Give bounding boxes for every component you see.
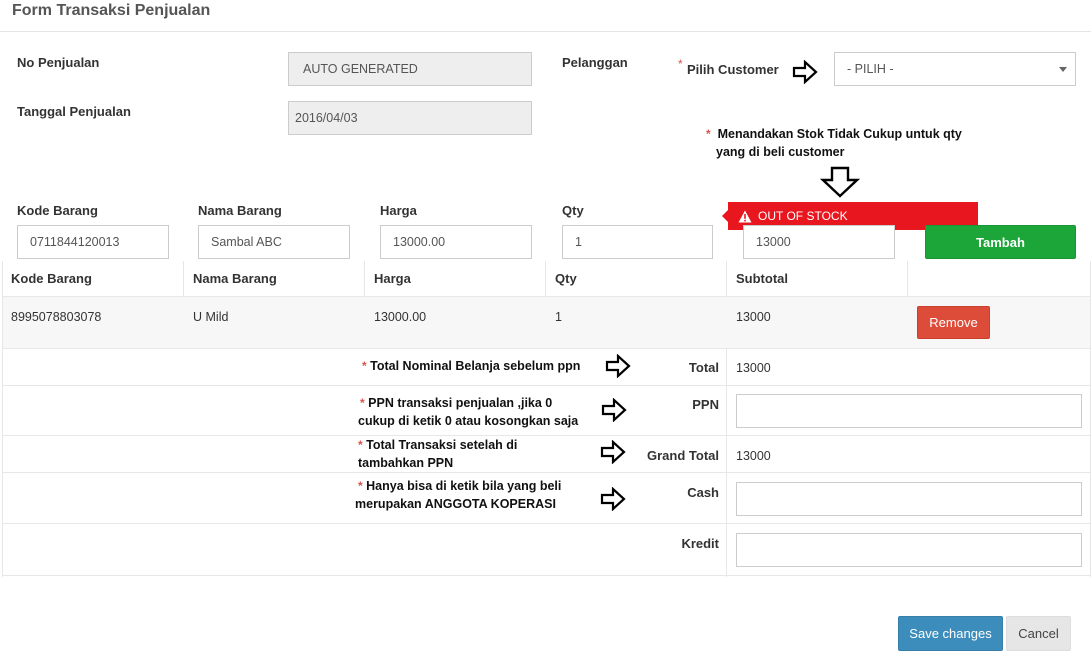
grand-total-label: Grand Total [647, 448, 719, 463]
customer-select-value: - PILIH - [847, 62, 894, 76]
arrow-right-icon [792, 60, 818, 84]
cancel-button[interactable]: Cancel [1006, 616, 1071, 651]
row-subtotal: 13000 [736, 310, 771, 324]
tanggal-penjualan-field[interactable]: 2016/04/03 [288, 101, 532, 135]
col-header-subtotal: Subtotal [736, 271, 788, 286]
col-header-kode: Kode Barang [11, 271, 92, 286]
customer-select[interactable]: - PILIH - [834, 52, 1076, 86]
cash-annotation: * Hanya bisa di ketik bila yang beli mer… [355, 479, 562, 511]
nama-barang-input[interactable]: Sambal ABC [198, 225, 350, 259]
cash-annotation-line1: Hanya bisa di ketik bila yang beli [366, 479, 562, 493]
warning-icon [738, 210, 752, 222]
total-label: Total [688, 360, 719, 375]
row-nama: U Mild [193, 310, 229, 324]
alert-pointer [722, 210, 728, 222]
subtotal-input[interactable]: 13000 [743, 225, 895, 259]
harga-label: Harga [380, 203, 417, 218]
grand-total-annotation-line1: Total Transaksi setelah di [366, 438, 518, 452]
arrow-down-icon [820, 166, 860, 198]
arrow-right-icon [600, 487, 626, 511]
col-header-nama: Nama Barang [193, 271, 277, 286]
harga-input[interactable]: 13000.00 [380, 225, 532, 259]
row-harga: 13000.00 [374, 310, 427, 324]
modal-header: Form Transaksi Penjualan [0, 0, 1091, 32]
stock-annotation-line2: yang di beli customer [716, 145, 845, 159]
total-annotation: * Total Nominal Belanja sebelum ppn [362, 359, 581, 373]
ppn-annotation: * PPN transaksi penjualan ,jika 0 cukup … [358, 396, 579, 428]
nama-barang-label: Nama Barang [198, 203, 282, 218]
cash-label: Cash [687, 485, 719, 500]
chevron-down-icon [1059, 67, 1067, 72]
cash-annotation-line2: merupakan ANGGOTA KOPERASI [355, 497, 556, 511]
row-kode: 8995078803078 [11, 310, 102, 324]
kode-barang-label: Kode Barang [17, 203, 98, 218]
pelanggan-label: Pelanggan [562, 55, 628, 70]
qty-input[interactable]: 1 [562, 225, 713, 259]
required-asterisk: * [678, 57, 683, 71]
no-penjualan-label: No Penjualan [17, 55, 100, 70]
col-header-qty: Qty [555, 271, 577, 286]
out-of-stock-text: OUT OF STOCK [758, 209, 848, 223]
kredit-input[interactable] [736, 533, 1082, 567]
arrow-right-icon [600, 440, 626, 464]
no-penjualan-field[interactable]: AUTO GENERATED [288, 52, 532, 86]
grand-total-annotation: * Total Transaksi setelah di tambahkan P… [358, 438, 518, 470]
total-value: 13000 [736, 361, 771, 375]
modal-title: Form Transaksi Penjualan [12, 2, 211, 19]
ppn-annotation-line2: cukup di ketik 0 atau kosongkan saja [358, 414, 579, 428]
kredit-label: Kredit [681, 536, 719, 551]
stock-annotation-line1: Menandakan Stok Tidak Cukup untuk qty [717, 127, 962, 141]
row-qty: 1 [555, 310, 562, 324]
ppn-annotation-line1: PPN transaksi penjualan ,jika 0 [368, 396, 553, 410]
tambah-button[interactable]: Tambah [925, 225, 1076, 259]
kode-barang-input[interactable]: 0711844120013 [17, 225, 169, 259]
table-row: 8995078803078 U Mild 13000.00 1 13000 Re… [0, 297, 1091, 348]
grand-total-value: 13000 [736, 449, 771, 463]
ppn-input[interactable] [736, 394, 1082, 428]
qty-label: Qty [562, 203, 584, 218]
pilih-customer-label: Pilih Customer [687, 62, 779, 77]
total-annotation-text: Total Nominal Belanja sebelum ppn [370, 359, 581, 373]
remove-button[interactable]: Remove [917, 306, 990, 339]
tanggal-penjualan-label: Tanggal Penjualan [17, 104, 131, 119]
cash-input[interactable] [736, 482, 1082, 516]
arrow-right-icon [601, 398, 627, 422]
save-changes-button[interactable]: Save changes [898, 616, 1003, 651]
arrow-right-icon [605, 354, 631, 378]
ppn-label: PPN [692, 397, 719, 412]
stock-annotation: * Menandakan Stok Tidak Cukup untuk qty … [706, 127, 962, 159]
col-header-harga: Harga [374, 271, 411, 286]
grand-total-annotation-line2: tambahkan PPN [358, 456, 454, 470]
